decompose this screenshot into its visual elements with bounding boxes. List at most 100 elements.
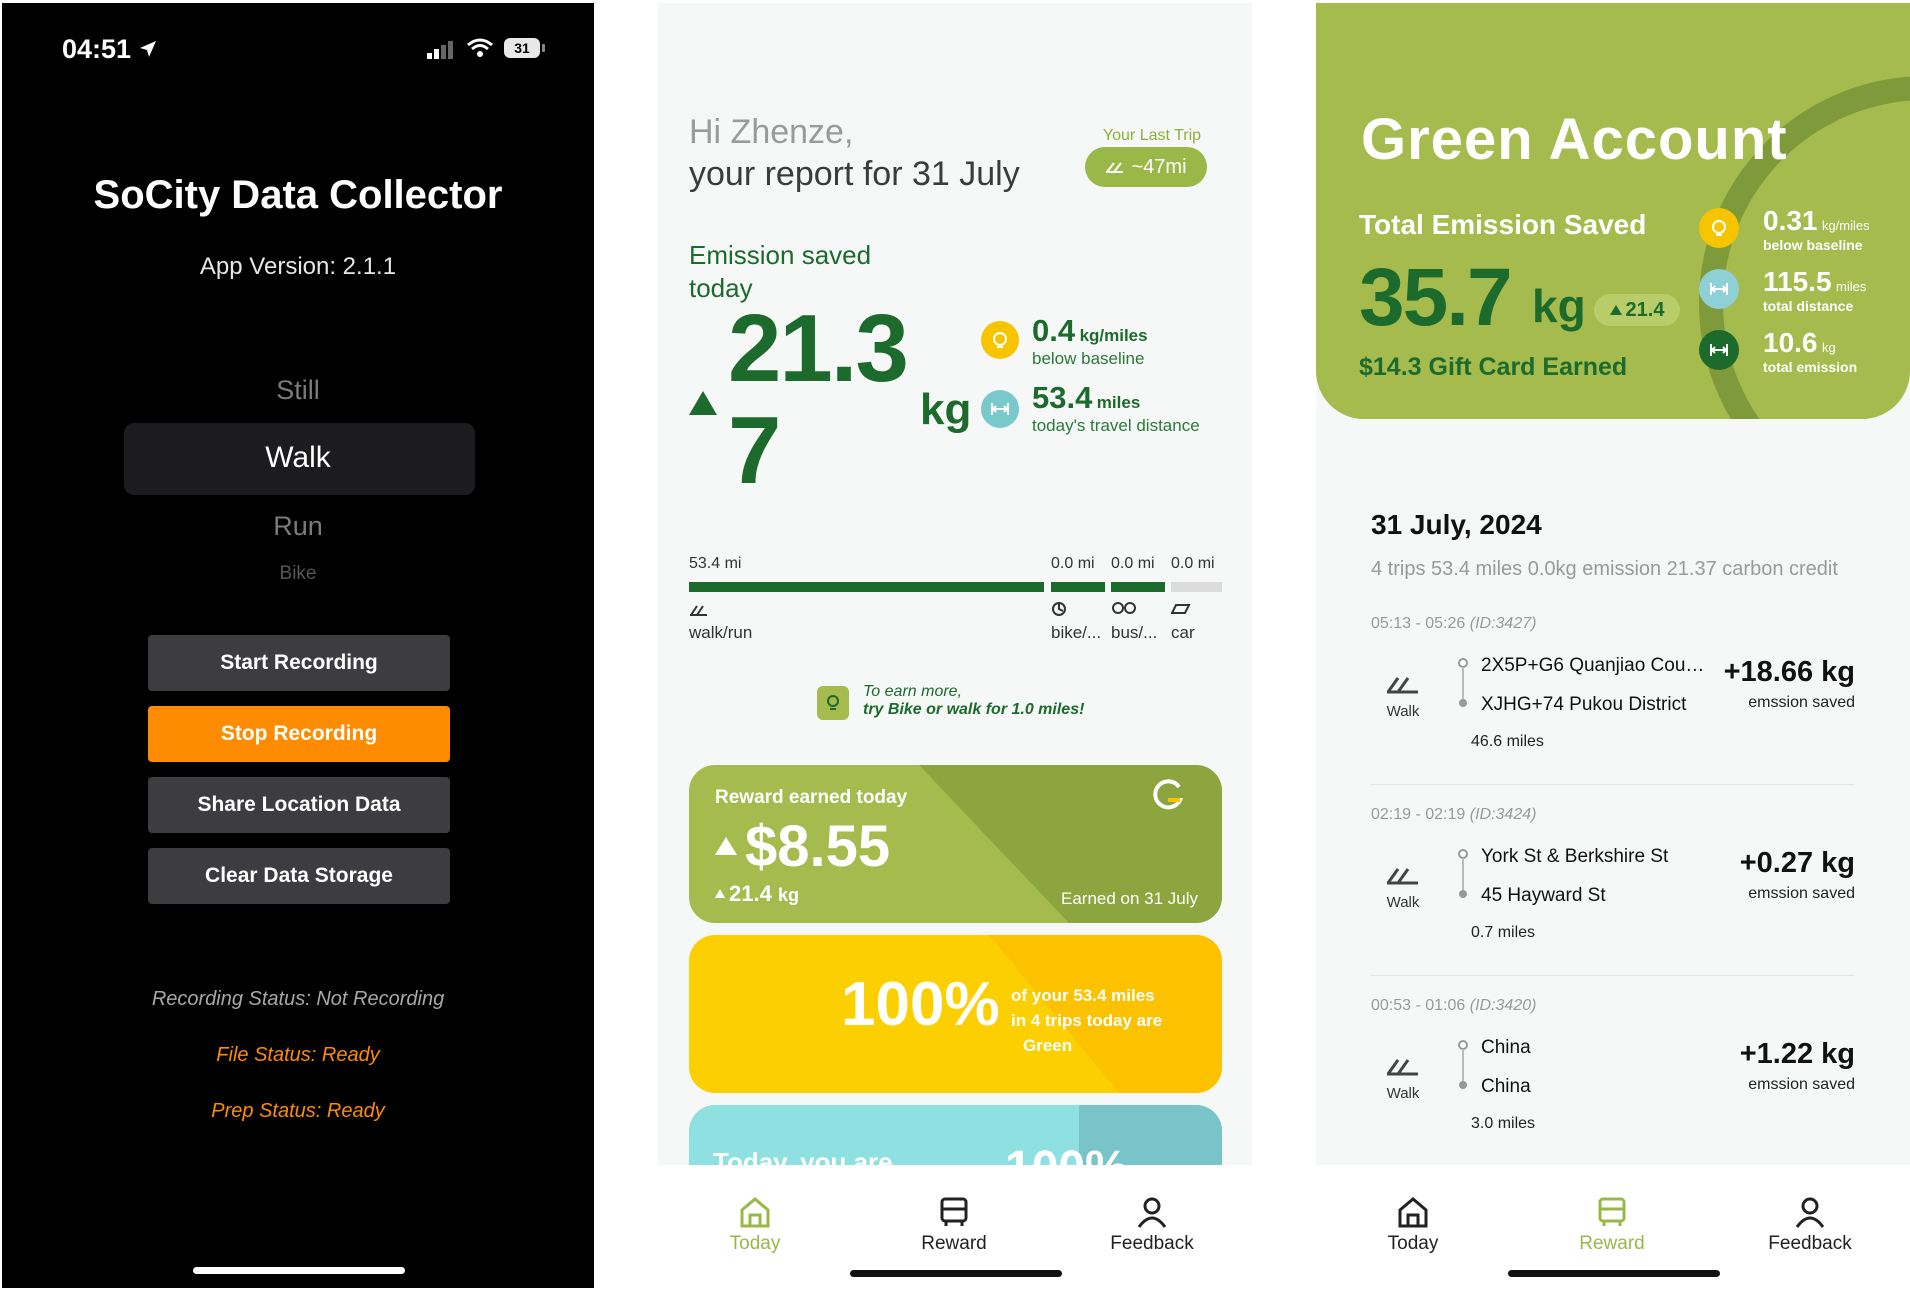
emission-distance-icon (1699, 330, 1739, 370)
trip-distance: 46.6 miles (1471, 733, 1544, 750)
reward-title: Reward earned today (715, 787, 908, 808)
stat-travel-distance: 53.4 miles today's travel distance (1032, 380, 1200, 436)
trip-row[interactable]: 02:19 - 02:19 (ID:3424) Walk York St & B… (1371, 803, 1855, 995)
account-stat-baseline: 0.31 kg/miles below baseline (1763, 205, 1870, 253)
nav-reward-label: Reward (1579, 1233, 1645, 1254)
trip-distance: 0.7 miles (1471, 924, 1536, 941)
mode-miles-bus: 0.0 mi (1111, 555, 1155, 572)
start-recording-button[interactable]: Start Recording (148, 635, 450, 691)
last-trip-value: ~47mi (1131, 155, 1187, 178)
walk-icon (1386, 1059, 1418, 1076)
mode-label-bus: bus/... (1111, 623, 1158, 642)
stat-value: 0.31 (1763, 205, 1818, 236)
nav-feedback[interactable]: Feedback (1092, 1195, 1212, 1255)
bus-icon (940, 1197, 968, 1226)
stop-recording-button[interactable]: Stop Recording (148, 706, 450, 762)
picker-option-bike[interactable]: Bike (2, 563, 594, 579)
account-screen: Green Account Total Emission Saved 35.7 … (1316, 3, 1910, 1288)
stat-unit: kg (1821, 340, 1836, 355)
mode-miles-walk: 53.4 mi (689, 555, 742, 572)
home-icon (1398, 1197, 1428, 1228)
last-trip-label: Your Last Trip (1102, 127, 1202, 144)
picker-option-still[interactable]: Still (2, 375, 594, 406)
distance-icon (981, 390, 1019, 428)
emission-value-line2: 7 (728, 397, 781, 504)
green-percent-card[interactable]: 100% of your 53.4 miles in 4 trips today… (689, 935, 1222, 1093)
stat-sub: total distance (1763, 298, 1854, 314)
route-line-icon (1458, 658, 1468, 707)
trip-to: China (1481, 1076, 1531, 1097)
green-line2: in 4 trips today are (1011, 1011, 1163, 1030)
mode-label-bike: bike/... (1051, 623, 1102, 642)
reward-amount: $8.55 (745, 814, 891, 879)
trip-mode: Walk (1386, 894, 1420, 911)
tip-line1: To earn more, (863, 683, 963, 700)
emission-label-line1: Emission saved (689, 240, 872, 270)
nav-feedback-label: Feedback (1768, 1233, 1852, 1254)
gift-card-earned: $14.3 Gift Card Earned (1359, 353, 1628, 381)
home-icon (740, 1197, 770, 1228)
stat-sub: below baseline (1763, 237, 1863, 253)
picker-option-walk[interactable]: Walk (2, 441, 594, 475)
location-arrow-icon (140, 41, 156, 57)
greeting: Hi Zhenze, (689, 113, 854, 151)
bus-icon (1112, 602, 1136, 614)
home-indicator (1508, 1270, 1720, 1277)
walk-icon (690, 605, 707, 616)
today-screen: Hi Zhenze, your report for 31 July Your … (658, 3, 1252, 1288)
trip-row[interactable]: 00:53 - 01:06 (ID:3420) Walk China China… (1371, 994, 1855, 1186)
trip-emission-saved: +0.27 kg (1739, 847, 1855, 879)
emission-value: 21.3 7 (728, 298, 928, 502)
app-title: SoCity Data Collector (93, 173, 503, 217)
trip-time-range: 05:13 - 05:26 (1371, 615, 1466, 632)
picker-option-run[interactable]: Run (2, 511, 594, 542)
reward-kg: 21.4 kg (729, 881, 799, 907)
battery-icon: 31 (504, 38, 540, 58)
stat-value: 115.5 (1763, 266, 1832, 297)
report-title: your report for 31 July (689, 155, 1020, 193)
last-trip-badge[interactable]: ~47mi (1085, 147, 1207, 187)
trip-time: 02:19 - 02:19 (ID:3424) (1371, 806, 1536, 824)
status-time: 04:51 (62, 34, 132, 64)
tip-line2: try Bike or walk for 1.0 miles! (863, 701, 1085, 718)
trip-row[interactable]: 05:13 - 05:26 (ID:3427) Walk 2X5P+G6 Qua… (1371, 612, 1855, 804)
trip-time: 05:13 - 05:26 (ID:3427) (1371, 615, 1536, 633)
home-indicator (193, 1267, 405, 1274)
trip-distance: 3.0 miles (1471, 1115, 1536, 1132)
total-emission-value: 35.7 (1359, 252, 1513, 343)
stat-value: 0.4 (1032, 313, 1076, 348)
reward-card[interactable]: Reward earned today $8.55 21.4 kg Earned… (689, 765, 1222, 923)
nav-feedback[interactable]: Feedback (1750, 1195, 1870, 1255)
trip-from: 2X5P+G6 Quanjiao Cou… (1481, 655, 1705, 676)
trip-time-range: 02:19 - 02:19 (1371, 806, 1466, 823)
mode-bar-car (1171, 582, 1222, 592)
green-line3: Green (1023, 1036, 1073, 1055)
mode-miles-bike: 0.0 mi (1051, 555, 1095, 572)
recording-status: Recording Status: Not Recording (151, 988, 445, 1010)
trip-mode: Walk (1386, 703, 1420, 720)
stat-unit: kg/miles (1079, 326, 1148, 345)
nav-feedback-label: Feedback (1110, 1233, 1194, 1254)
nav-today[interactable]: Today (695, 1195, 815, 1255)
nav-today-label: Today (729, 1233, 781, 1254)
stat-unit: miles (1096, 393, 1141, 412)
trip-mode: Walk (1386, 1085, 1420, 1102)
nav-today[interactable]: Today (1353, 1195, 1473, 1255)
trip-time-range: 00:53 - 01:06 (1371, 997, 1466, 1014)
mode-bar-walk (689, 582, 1044, 592)
account-header: Green Account Total Emission Saved 35.7 … (1316, 3, 1910, 419)
bike-icon (1052, 602, 1066, 616)
stat-sub: below baseline (1032, 349, 1145, 368)
prep-status: Prep Status: Ready (211, 1100, 385, 1122)
clear-storage-button[interactable]: Clear Data Storage (148, 848, 450, 904)
trip-saved-label: emssion saved (1748, 694, 1855, 711)
share-location-button[interactable]: Share Location Data (148, 777, 450, 833)
battery-tip (542, 44, 545, 52)
total-emission-label: Total Emission Saved (1359, 209, 1647, 240)
nav-reward[interactable]: Reward (1552, 1195, 1672, 1255)
walk-icon (1386, 868, 1418, 885)
stat-sub: total emission (1763, 359, 1858, 375)
trip-saved-label: emssion saved (1748, 885, 1855, 902)
lightbulb-icon (981, 321, 1019, 359)
nav-reward[interactable]: Reward (894, 1195, 1014, 1255)
